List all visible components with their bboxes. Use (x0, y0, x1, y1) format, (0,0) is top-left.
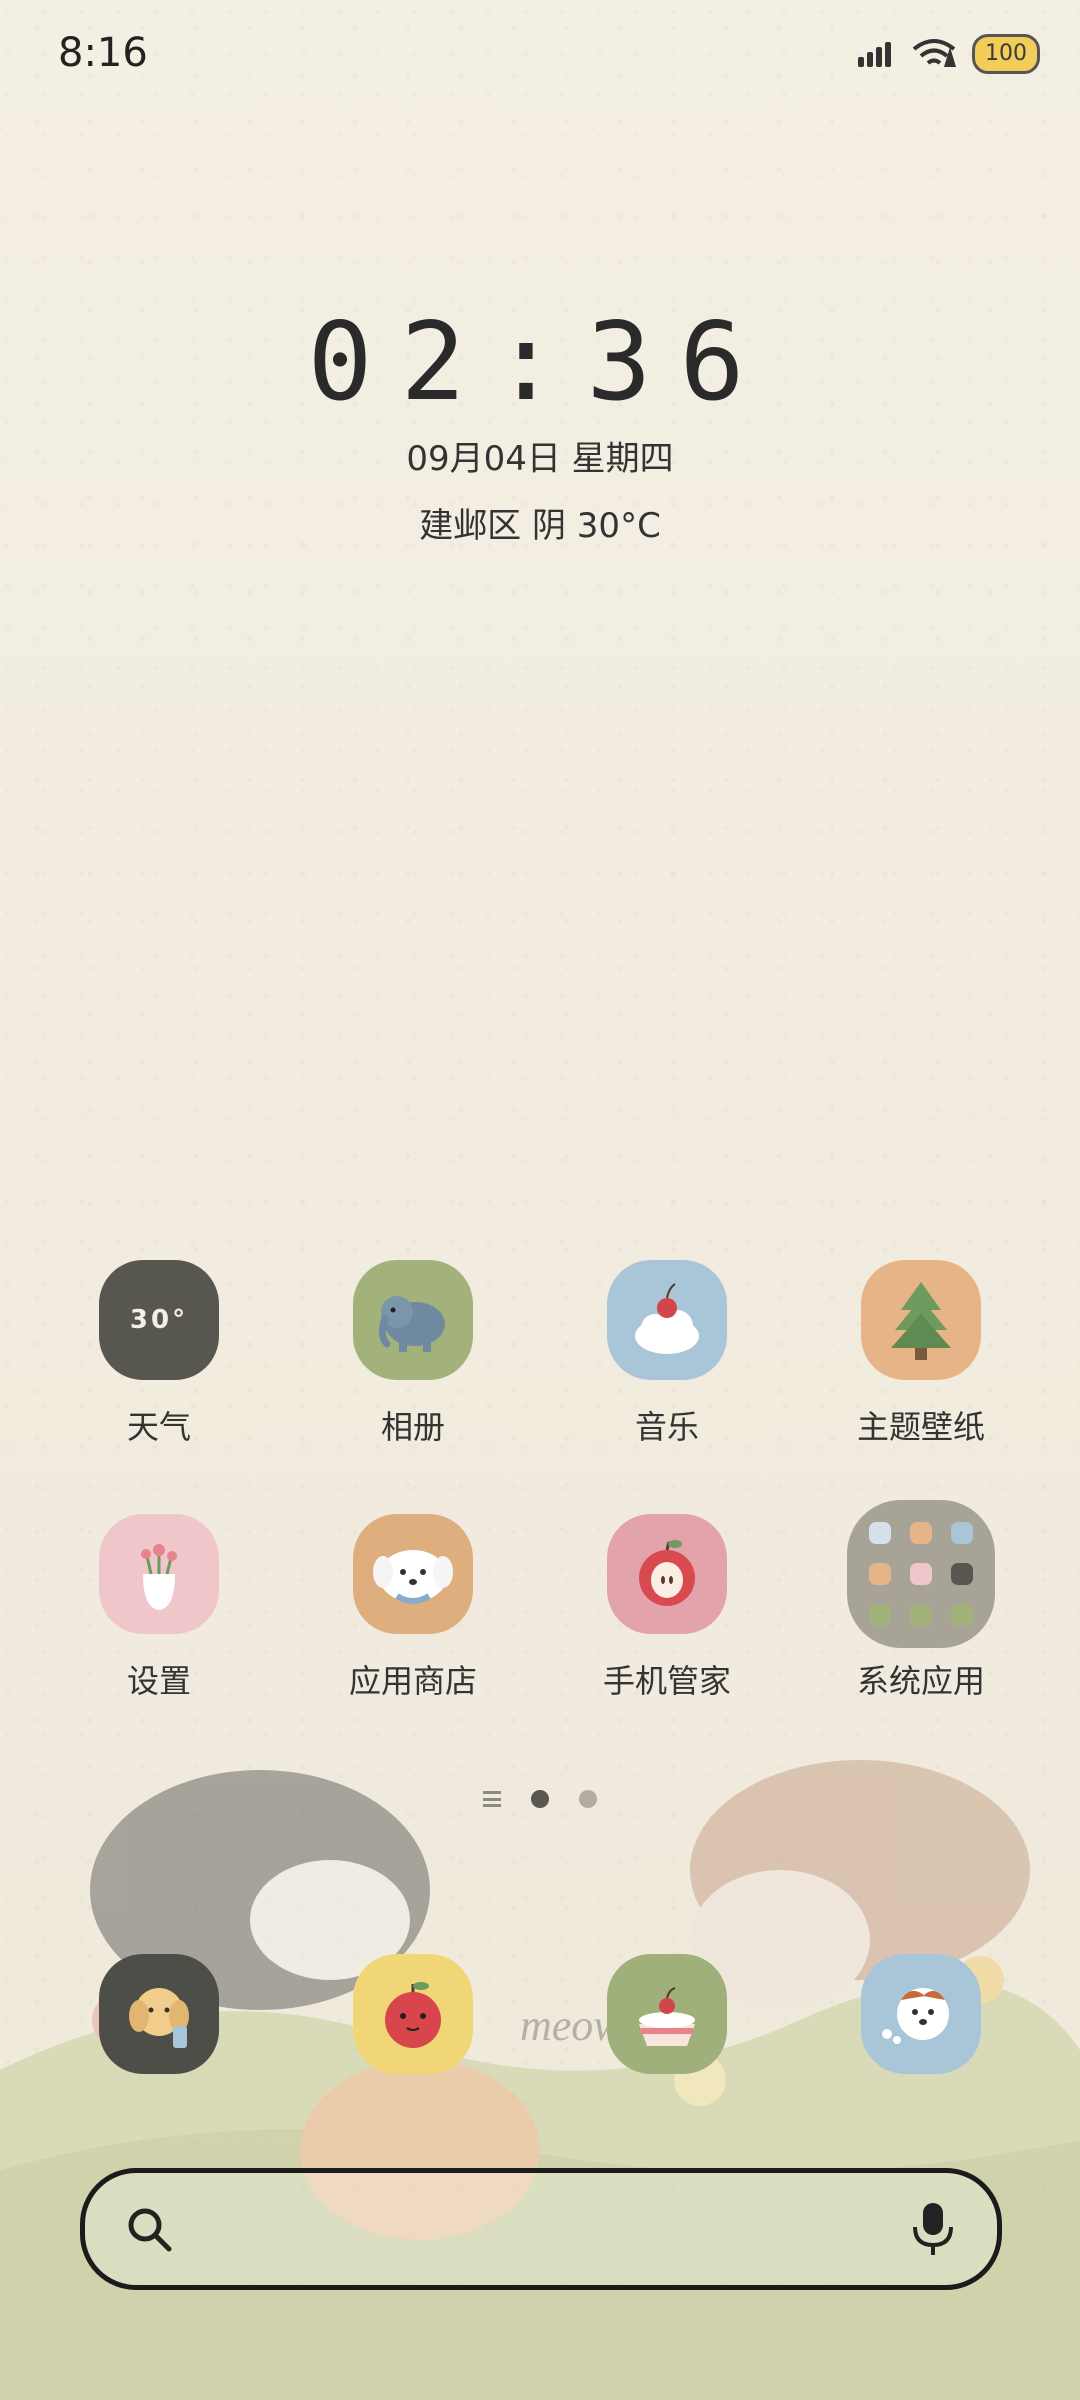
page-dot[interactable] (579, 1790, 597, 1808)
status-time: 8:16 (58, 30, 148, 76)
clock-time: 02:36 (307, 300, 773, 425)
clock-date: 09月04日 星期四 (406, 439, 674, 479)
apple-sticker-icon (353, 1954, 473, 2074)
elephant-icon (353, 1260, 473, 1380)
dock-app-4[interactable] (811, 1954, 1031, 2074)
flower-vase-icon (99, 1514, 219, 1634)
app-store[interactable]: 应用商店 (303, 1514, 523, 1702)
app-label: 天气 (126, 1408, 191, 1446)
status-bar: 8:16 100 (0, 0, 1080, 110)
dock-app-2[interactable] (303, 1954, 523, 2074)
dock-app-1[interactable] (49, 1954, 269, 2074)
dog-phone-icon (99, 1954, 219, 2074)
app-label: 手机管家 (602, 1662, 731, 1700)
folder-icon (847, 1500, 995, 1648)
app-weather[interactable]: 30° 天气 (49, 1260, 269, 1448)
mic-icon[interactable] (907, 2199, 959, 2259)
search-bar[interactable] (80, 2168, 1002, 2290)
app-phone-manager[interactable]: 手机管家 (557, 1514, 777, 1702)
tree-icon (861, 1260, 981, 1380)
wifi-icon (912, 39, 956, 67)
app-music[interactable]: 音乐 (557, 1260, 777, 1448)
app-settings[interactable]: 设置 (49, 1514, 269, 1702)
app-gallery[interactable]: 相册 (303, 1260, 523, 1448)
cherry-cream-icon (607, 1260, 727, 1380)
clock-widget[interactable]: 02:36 09月04日 星期四 建邺区 阴 30°C (0, 300, 1080, 547)
battery-indicator: 100 (972, 34, 1040, 74)
dock-app-3[interactable] (557, 1954, 777, 2074)
signal-icon (858, 42, 891, 67)
search-icon[interactable] (123, 2203, 175, 2255)
app-themes[interactable]: 主题壁纸 (811, 1260, 1031, 1448)
app-label: 系统应用 (856, 1662, 985, 1700)
apple-icon (607, 1514, 727, 1634)
app-label: 设置 (126, 1662, 191, 1700)
clock-weather: 建邺区 阴 30°C (419, 506, 661, 546)
app-system-folder[interactable]: 系统应用 (811, 1500, 1031, 1702)
menu-lines-icon[interactable] (483, 1791, 501, 1807)
app-label: 相册 (380, 1408, 445, 1446)
page-indicator[interactable] (0, 1790, 1080, 1808)
cake-icon (607, 1954, 727, 2074)
app-label: 应用商店 (348, 1662, 477, 1700)
app-label: 主题壁纸 (856, 1408, 985, 1446)
weather-icon: 30° (99, 1260, 219, 1380)
corgi-icon (861, 1954, 981, 2074)
puppy-icon (353, 1514, 473, 1634)
app-label: 音乐 (634, 1408, 699, 1446)
page-dot-active[interactable] (531, 1790, 549, 1808)
